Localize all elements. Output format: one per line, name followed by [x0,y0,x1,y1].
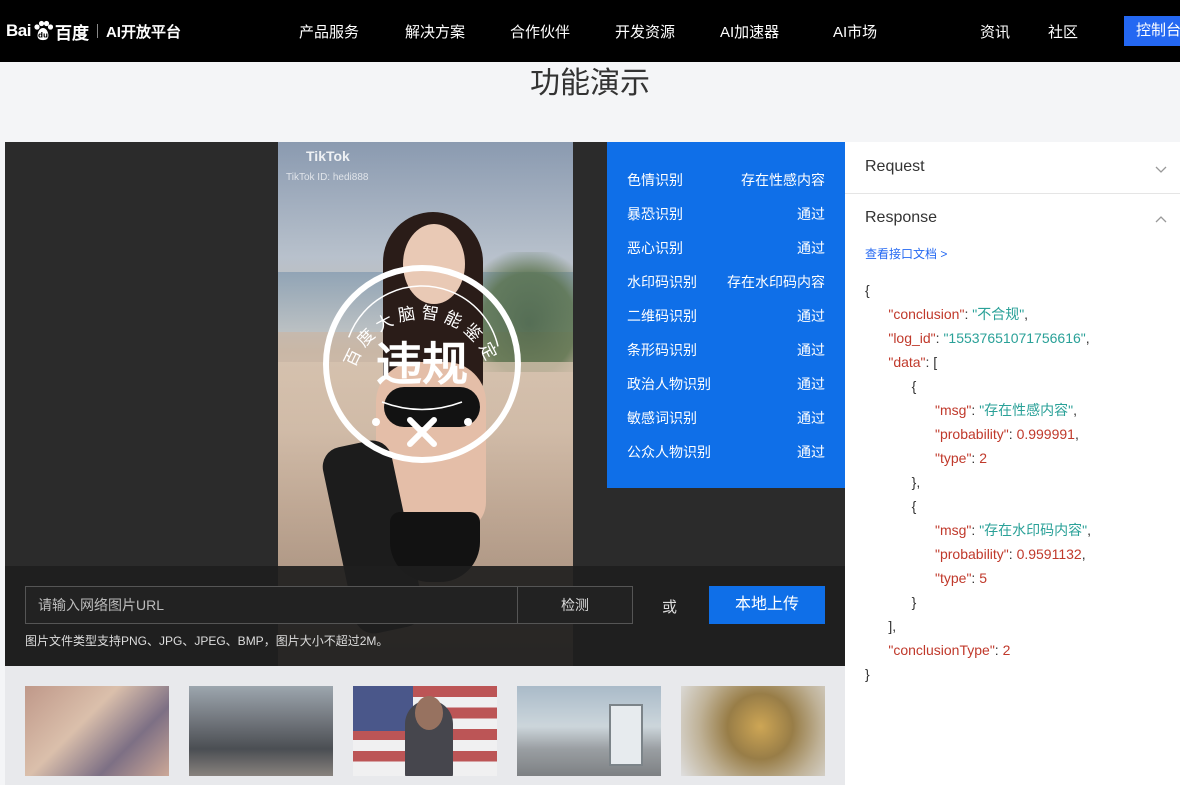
sample-thumbnails [5,666,845,785]
logo-du-text: 百度 [54,23,89,43]
result-row: 暴恐识别 通过 [627,204,825,224]
tiktok-id-watermark: TikTok ID: hedi888 [286,172,369,183]
nav-item-news[interactable]: 资讯 [980,21,1010,42]
nav-item-dev-resources[interactable]: 开发资源 [615,21,675,42]
result-label: 政治人物识别 [627,376,711,392]
chevron-down-icon[interactable] [1155,163,1167,175]
results-panel: 色情识别 存在性感内容 暴恐识别 通过 恶心识别 通过 水印码识别 存在水印码内容 二维码识别通… [607,142,845,488]
result-value: 通过 [797,410,825,426]
response-json: { "conclusion": "不合规", "log_id": "155376… [865,282,1092,682]
svg-text:du: du [38,32,48,40]
sample-image-5[interactable] [681,686,825,776]
result-label: 恶心识别 [627,240,683,256]
result-row: 公众人物识别 通过 [627,442,825,462]
sample-image-3[interactable] [353,686,497,776]
page-title: 功能演示 [530,67,650,100]
result-label: 水印码识别 [627,274,697,290]
tiktok-watermark: TikTok [306,148,350,164]
nav-item-ai-accelerator[interactable]: AI加速器 [720,21,779,42]
result-value: 通过 [797,240,825,256]
result-value: 通过 [797,308,825,324]
logo-separator [96,24,98,38]
chevron-up-icon[interactable] [1155,214,1167,226]
violation-seal-icon: 百度大脑智能鉴定 违规 [323,265,521,463]
sample-image-2[interactable] [189,686,333,776]
result-value: 通过 [797,376,825,392]
result-value: 通过 [797,444,825,460]
result-value: 存在性感内容 [741,172,825,188]
api-panel: Request Response 查看接口文档 > { "conclusion"… [845,142,1180,785]
result-row: 恶心识别 通过 [627,238,825,258]
result-label: 敏感词识别 [627,410,697,426]
demo-stage: TikTok TikTok ID: hedi888 百度大脑智能鉴定 违规 色情… [5,142,845,666]
file-type-hint: 图片文件类型支持PNG、JPG、JPEG、BMP，图片大小不超过2M。 [25,634,389,648]
logo-platform-text: AI开放平台 [105,23,181,41]
nav-item-partners[interactable]: 合作伙伴 [510,21,570,42]
detect-button[interactable]: 检测 [517,586,633,624]
nav-item-ai-market[interactable]: AI市场 [833,21,877,42]
result-row: 水印码识别 存在水印码内容 [627,272,825,292]
logo-bai-text: Bai [6,21,31,40]
request-accordion[interactable]: Request [865,158,925,176]
image-url-input[interactable]: 请输入网络图片URL [25,586,518,624]
sample-image-1[interactable] [25,686,169,776]
seal-verdict-text: 违规 [376,337,468,391]
top-nav: Bai du 百度 AI开放平台 产品服务 解决方案 合作伙伴 开发资源 AI加… [0,0,1180,62]
console-button[interactable]: 控制台 [1124,16,1180,46]
baidu-paw-icon: du [34,20,54,41]
result-row: 二维码识别 通过 [627,306,825,326]
sample-image-4[interactable] [517,686,661,776]
local-upload-button[interactable]: 本地上传 [709,586,825,624]
result-row: 政治人物识别 通过 [627,374,825,394]
accordion-divider [845,193,1180,194]
nav-item-products[interactable]: 产品服务 [299,21,359,42]
result-value: 通过 [797,342,825,358]
result-label: 暴恐识别 [627,206,683,222]
result-row: 敏感词识别 通过 [627,408,825,428]
or-label: 或 [662,599,678,616]
result-label: 色情识别 [627,172,683,188]
result-value: 通过 [797,206,825,222]
result-label: 二维码识别 [627,308,697,324]
api-doc-link[interactable]: 查看接口文档 > [865,245,947,262]
baidu-ai-logo[interactable]: Bai du 百度 AI开放平台 [6,16,181,46]
upload-controls: 请输入网络图片URL 检测 或 本地上传 图片文件类型支持PNG、JPG、JPE… [5,566,845,666]
result-label: 条形码识别 [627,342,697,358]
result-label: 公众人物识别 [627,444,711,460]
nav-item-solutions[interactable]: 解决方案 [405,21,465,42]
response-accordion[interactable]: Response [865,209,937,227]
result-row: 条形码识别 通过 [627,340,825,360]
result-value: 存在水印码内容 [727,274,825,290]
result-row: 色情识别 存在性感内容 [627,170,825,190]
nav-item-community[interactable]: 社区 [1048,21,1078,42]
